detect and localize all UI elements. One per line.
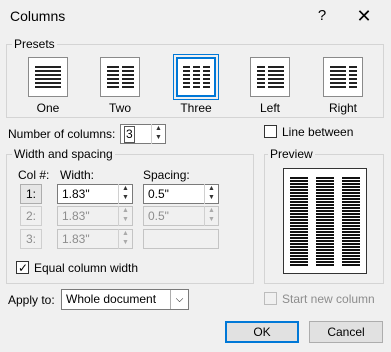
dialog-title: Columns [10, 8, 66, 24]
preset-one-icon [28, 57, 68, 97]
apply-to-value: Whole document [66, 292, 157, 306]
width-value-1: 1.83" [62, 187, 90, 201]
equal-width-checkbox[interactable]: Equal column width [16, 261, 166, 277]
col-number-1[interactable]: 1: [20, 184, 42, 204]
chevron-down-icon[interactable]: ⌵ [170, 290, 188, 309]
width-spinner-1[interactable]: ▲ ▼ [118, 184, 132, 204]
preset-left-icon [250, 57, 290, 97]
spacing-header: Spacing: [143, 168, 190, 182]
preset-one-label: One [36, 101, 60, 115]
apply-to-label: Apply to: [8, 293, 55, 307]
close-button[interactable]: ✕ [350, 4, 378, 28]
preset-one[interactable]: One [18, 57, 78, 117]
width-spacing-label: Width and spacing [12, 147, 115, 161]
spin-down-icon[interactable]: ▼ [152, 133, 165, 142]
preset-two-label: Two [108, 101, 131, 115]
preview-label: Preview [268, 147, 315, 161]
start-new-column-checkbox: Start new column [264, 292, 384, 308]
spin-up-icon[interactable]: ▲ [152, 124, 165, 133]
start-new-column-box [264, 292, 277, 305]
preset-right[interactable]: Right [313, 57, 373, 117]
spacing-spinner-1[interactable]: ▲ ▼ [204, 184, 218, 204]
preset-three-label: Three [180, 101, 212, 115]
ok-button[interactable]: OK [225, 321, 299, 343]
line-between-checkbox[interactable]: Line between [264, 125, 374, 141]
preset-right-label: Right [328, 101, 357, 115]
presets-label: Presets [12, 37, 57, 51]
preset-two-icon [100, 57, 140, 97]
spacing-field-1[interactable]: 0.5" ▲ ▼ [143, 184, 219, 204]
number-of-columns-value: 3 [124, 126, 135, 143]
line-between-box[interactable] [264, 125, 277, 138]
preset-right-icon [323, 57, 363, 97]
spacing-spinner-2: ▲ ▼ [204, 206, 218, 226]
spacing-value-1: 0.5" [148, 187, 169, 201]
preview-page [283, 168, 367, 274]
help-button[interactable]: ? [310, 4, 334, 28]
number-of-columns-label: Number of columns: [8, 127, 116, 141]
line-between-label: Line between [282, 125, 354, 139]
width-spinner-2: ▲ ▼ [118, 206, 132, 226]
width-value-2: 1.83" [62, 209, 90, 223]
apply-to-select[interactable]: Whole document ⌵ [61, 289, 189, 310]
preset-left-label: Left [259, 101, 280, 115]
width-spinner-3: ▲ ▼ [118, 229, 132, 249]
width-header: Width: [60, 168, 95, 182]
start-new-column-label: Start new column [282, 292, 375, 306]
equal-width-label: Equal column width [34, 261, 139, 275]
spacing-value-2: 0.5" [148, 209, 169, 223]
cancel-button[interactable]: Cancel [309, 321, 383, 343]
spacing-field-3 [143, 229, 219, 249]
preset-three-icon [173, 54, 219, 100]
equal-width-box[interactable] [16, 261, 29, 274]
number-of-columns-spinner[interactable]: ▲ ▼ [151, 124, 165, 144]
spacing-field-2: 0.5" ▲ ▼ [143, 206, 219, 226]
preset-left[interactable]: Left [240, 57, 300, 117]
col-number-3: 3: [20, 229, 42, 249]
col-header: Col #: [18, 168, 50, 182]
width-field-1[interactable]: 1.83" ▲ ▼ [57, 184, 133, 204]
col-number-2: 2: [20, 206, 42, 226]
width-value-3: 1.83" [62, 232, 90, 246]
width-field-2: 1.83" ▲ ▼ [57, 206, 133, 226]
preset-three[interactable]: Three [166, 54, 226, 117]
preset-two[interactable]: Two [90, 57, 150, 117]
number-of-columns-field[interactable]: 3 ▲ ▼ [120, 124, 166, 144]
width-field-3: 1.83" ▲ ▼ [57, 229, 133, 249]
